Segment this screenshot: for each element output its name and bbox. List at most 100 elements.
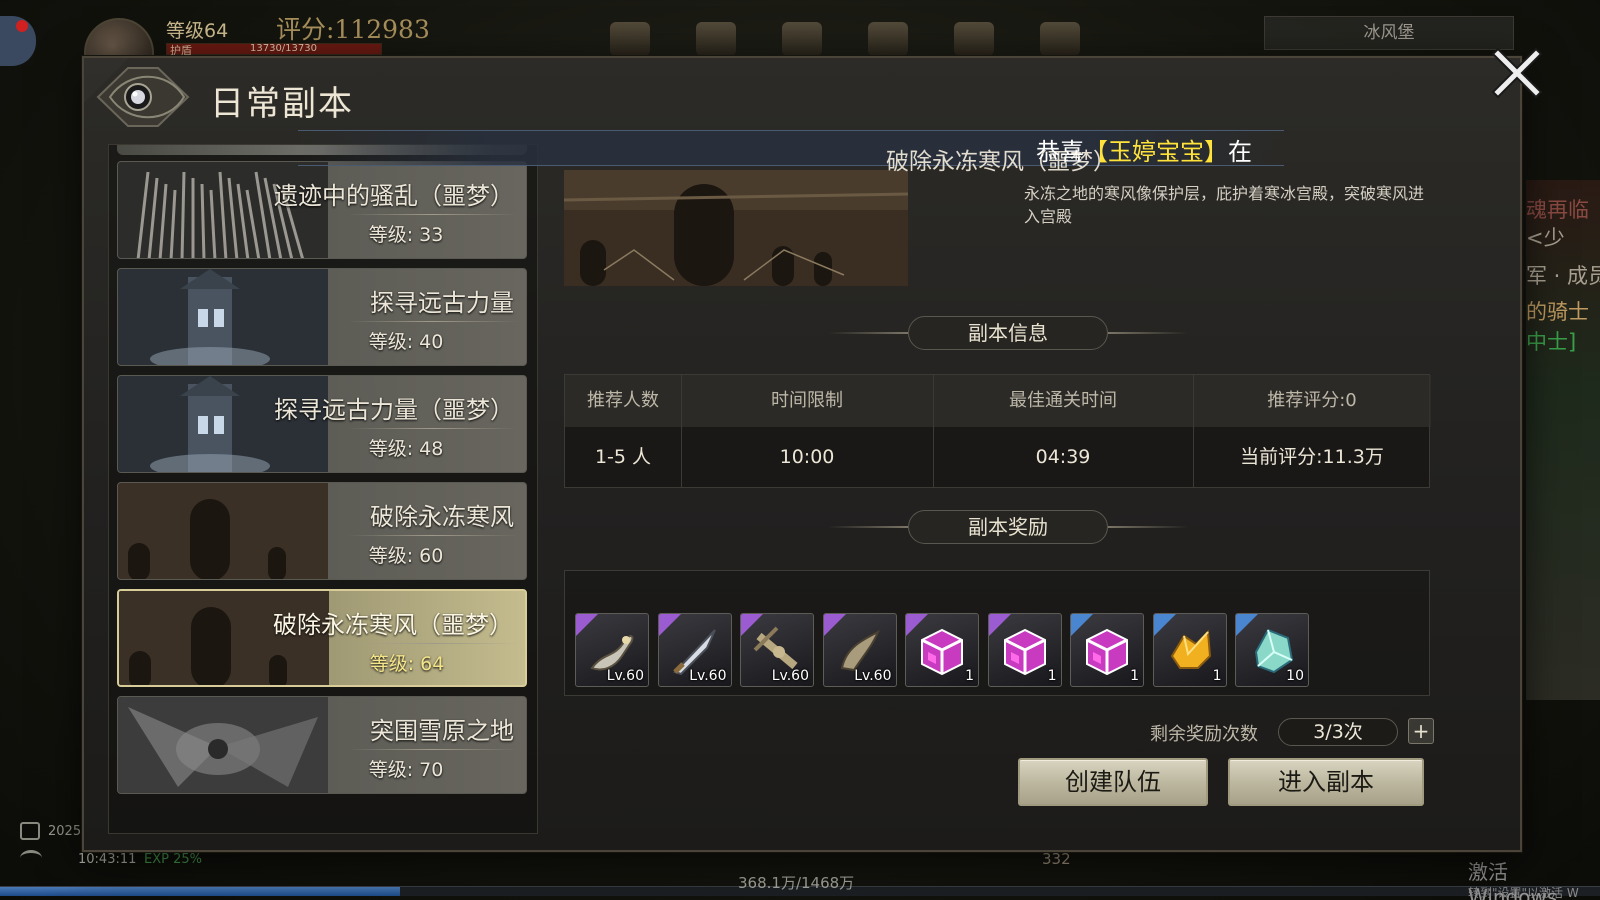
announcement-text: 恭喜【玉婷宝宝】在 [1036, 132, 1276, 167]
ornament-icon [828, 332, 908, 334]
table-header: 最佳通关时间 [933, 375, 1193, 427]
menu-icon[interactable] [868, 22, 908, 56]
windows-activation-sub: 转到"设置"以激活 W [1468, 886, 1579, 900]
reward-label: 10 [1286, 668, 1304, 684]
divider [348, 321, 518, 322]
dungeon-item[interactable]: 破除永冻寒风（噩梦） 等级: 64 [117, 589, 527, 687]
purple-chest-icon [1079, 622, 1135, 678]
dungeon-name: 遗迹中的骚乱（噩梦） [274, 182, 514, 210]
divider [348, 214, 518, 215]
menu-icon[interactable] [610, 22, 650, 56]
dungeon-list[interactable]: 遗迹中的骚乱（噩梦） 等级: 33 探寻远古力量等级: 40 探寻远古力量（噩梦） 等级… [108, 144, 538, 834]
table-cell: 1-5 人 [594, 446, 652, 468]
reward-item[interactable]: 1 [1152, 613, 1227, 687]
chat-line: 中士] [1526, 330, 1577, 354]
create-team-button[interactable]: 创建队伍 [1018, 758, 1208, 806]
divider [933, 375, 934, 487]
bottom-hp-value: 332 [1042, 850, 1071, 868]
currency-text: 368.1万/1468万 [738, 874, 855, 892]
purple-chest-icon [914, 622, 970, 678]
hp-text: 13730/13730 [250, 43, 317, 54]
dungeon-emblem-icon [88, 60, 198, 134]
table-cell: 10:00 [779, 446, 835, 468]
dungeon-item[interactable]: 遗迹中的骚乱（噩梦） 等级: 33 [117, 161, 527, 259]
dungeon-level: 等级: 48 [368, 438, 444, 460]
ornament-icon [1108, 526, 1188, 528]
dungeon-name: 探寻远古力量（噩梦） [274, 396, 514, 424]
menu-icon[interactable] [954, 22, 994, 56]
dungeon-description: 永冻之地的寒风像保护层，庇护着寒冰宫殿，突破寒风进入宫殿 [1024, 184, 1425, 226]
dungeon-item[interactable]: 突围雪原之地等级: 70 [117, 696, 527, 794]
reward-section-header: 副本奖励 [828, 510, 1188, 544]
reward-label: 1 [1047, 668, 1057, 684]
reward-list: Lv.60 Lv.60 Lv.60 Lv.60 1 1 1 1 10 [564, 570, 1430, 696]
reward-item[interactable]: Lv.60 [657, 613, 732, 687]
dungeon-thumbnail [118, 269, 328, 365]
clock-date: 2025 [48, 824, 82, 839]
announce-suffix: 在 [1228, 138, 1252, 166]
reward-label: 1 [1130, 668, 1139, 684]
top-menu-icons [610, 22, 1080, 56]
reward-label: Lv.60 [606, 668, 644, 684]
reward-section-label: 副本奖励 [908, 510, 1108, 544]
reward-item[interactable]: 1 [1070, 613, 1144, 687]
divider [349, 643, 519, 644]
exp-bar-fill [0, 887, 400, 896]
reward-item[interactable]: Lv.60 [822, 613, 897, 687]
chat-line: <少 [1526, 226, 1565, 250]
reward-item[interactable]: Lv.60 [740, 613, 814, 687]
table-cell: 04:39 [1035, 446, 1091, 468]
reward-item[interactable]: Lv.60 [575, 613, 649, 687]
enter-dungeon-button[interactable]: 进入副本 [1228, 758, 1424, 806]
remaining-rewards-label: 剩余奖励次数 [1150, 724, 1258, 745]
chat-line: 魂再临 [1526, 198, 1589, 222]
menu-icon[interactable] [696, 22, 736, 56]
reward-label: Lv.60 [689, 668, 727, 684]
add-attempts-button[interactable]: + [1408, 718, 1434, 744]
reward-item[interactable]: 1 [987, 613, 1062, 687]
chat-line: 的骑士 [1526, 300, 1589, 324]
announce-prefix: 恭喜 [1036, 138, 1084, 166]
gold-ore-icon [1162, 622, 1218, 678]
remaining-rewards-value: 3/3次 [1278, 718, 1398, 746]
dungeon-name: 破除永冻寒风（噩梦） [273, 611, 513, 639]
dungeon-level: 等级: 70 [368, 759, 444, 781]
wifi-icon [20, 850, 42, 866]
dungeon-level: 等级: 40 [368, 331, 444, 353]
ornament-icon [1108, 332, 1188, 334]
close-button[interactable] [1490, 46, 1544, 100]
close-x-icon [1491, 47, 1543, 99]
clock-time: 10:43:11 [78, 852, 137, 867]
info-section-header: 副本信息 [828, 316, 1188, 350]
location-name: 冰风堡 [1264, 16, 1514, 50]
dungeon-item[interactable]: 探寻远古力量（噩梦） 等级: 48 [117, 375, 527, 473]
reward-label: Lv.60 [854, 668, 892, 684]
menu-icon[interactable] [782, 22, 822, 56]
top-hud: 等级64 评分:112983 护盾 13730/13730 冰风堡 [0, 0, 1600, 88]
reward-item[interactable]: 10 [1235, 613, 1309, 687]
dungeon-name: 突围雪原之地 [370, 717, 514, 745]
event-badge-icon[interactable] [0, 16, 36, 66]
dungeon-item[interactable]: 探寻远古力量等级: 40 [117, 268, 527, 366]
reward-label: 1 [1212, 668, 1222, 684]
dungeon-level: 等级: 64 [369, 653, 445, 675]
table-cell: 当前评分:11.3万 [1240, 446, 1384, 468]
divider [348, 535, 518, 536]
chat-line: 军 · 成员 [1526, 264, 1600, 288]
notification-dot [16, 20, 28, 32]
calendar-icon [20, 822, 40, 840]
dungeon-banner-image [564, 170, 908, 286]
dungeon-thumbnail [118, 483, 328, 579]
dungeon-item[interactable]: 破除永冻寒风 等级: 60 [117, 482, 527, 580]
info-section-label: 副本信息 [908, 316, 1108, 350]
reward-label: 1 [965, 668, 974, 684]
dungeon-thumbnail [118, 697, 328, 793]
divider [1193, 375, 1194, 487]
announce-player: 【玉婷宝宝】 [1084, 138, 1228, 166]
reward-item[interactable]: 1 [905, 613, 979, 687]
table-header: 推荐评分:0 [1193, 375, 1431, 427]
dungeon-level: 等级: 33 [368, 224, 444, 246]
dungeon-name: 探寻远古力量 [370, 289, 514, 317]
menu-icon[interactable] [1040, 22, 1080, 56]
dialog-title: 日常副本 [210, 84, 354, 124]
